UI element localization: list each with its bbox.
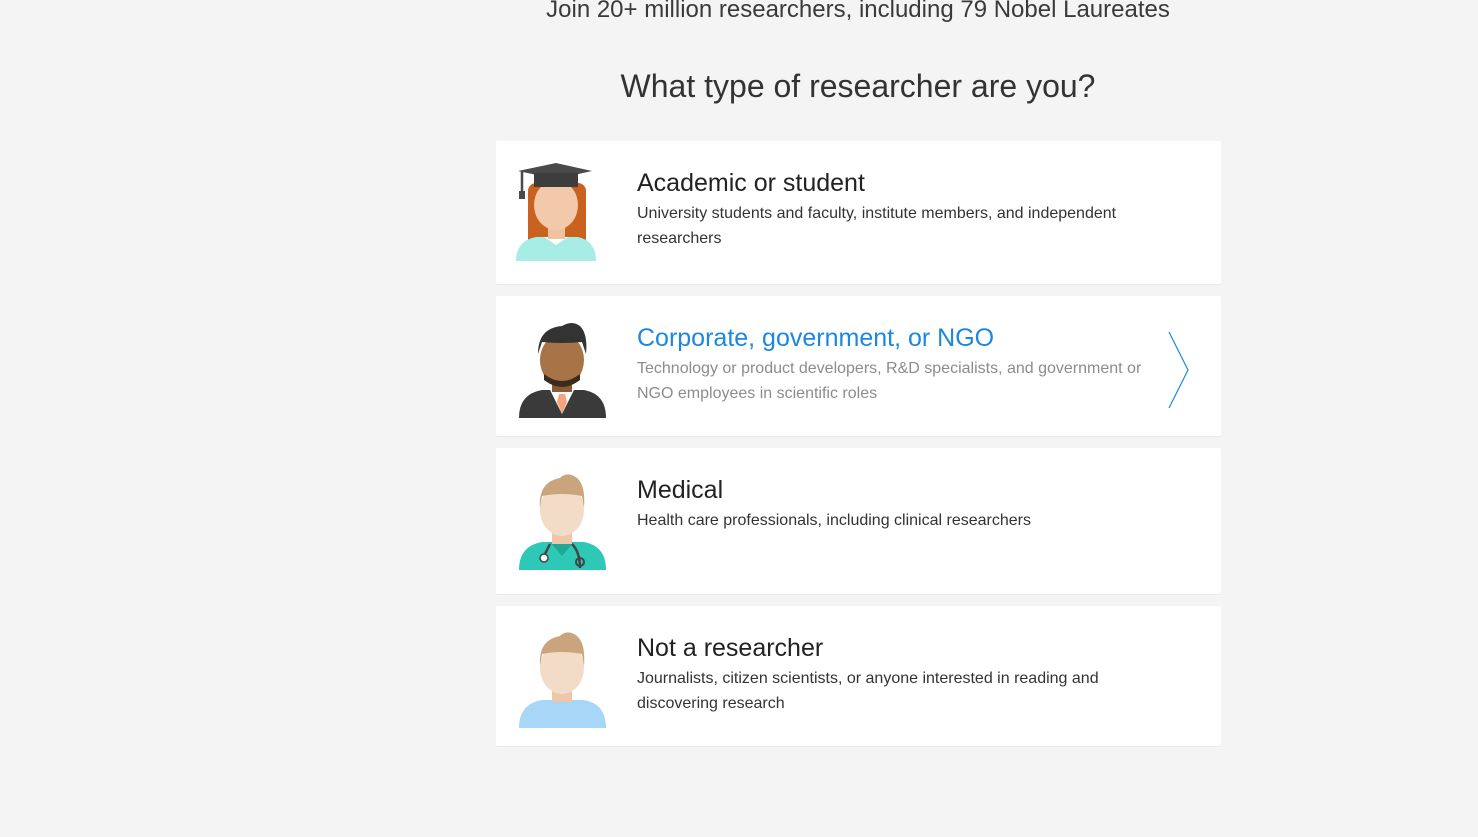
option-academic[interactable]: Academic or student University students … <box>496 141 1221 284</box>
doctor-avatar-icon <box>519 474 606 570</box>
option-medical[interactable]: Medical Health care professionals, inclu… <box>496 448 1221 594</box>
graduate-avatar-icon <box>516 163 596 261</box>
option-description: University students and faculty, institu… <box>637 205 1117 247</box>
businessman-avatar-icon <box>519 323 606 418</box>
option-description: Technology or product developers, R&D sp… <box>637 360 1142 402</box>
option-description: Journalists, citizen scientists, or anyo… <box>637 670 1099 712</box>
option-title: Medical <box>637 476 724 504</box>
option-title: Not a researcher <box>637 634 824 662</box>
tagline: Join 20+ million researchers, including … <box>546 0 1170 23</box>
option-corporate[interactable]: Corporate, government, or NGO Technology… <box>496 296 1221 436</box>
option-description: Health care professionals, including cli… <box>637 512 1031 529</box>
chevron-right-icon <box>1168 331 1189 409</box>
option-not-researcher[interactable]: Not a researcher Journalists, citizen sc… <box>496 606 1221 746</box>
page-title: What type of researcher are you? <box>620 68 1096 104</box>
option-title: Corporate, government, or NGO <box>637 324 995 352</box>
person-avatar-icon <box>519 632 606 728</box>
option-title: Academic or student <box>637 169 865 197</box>
